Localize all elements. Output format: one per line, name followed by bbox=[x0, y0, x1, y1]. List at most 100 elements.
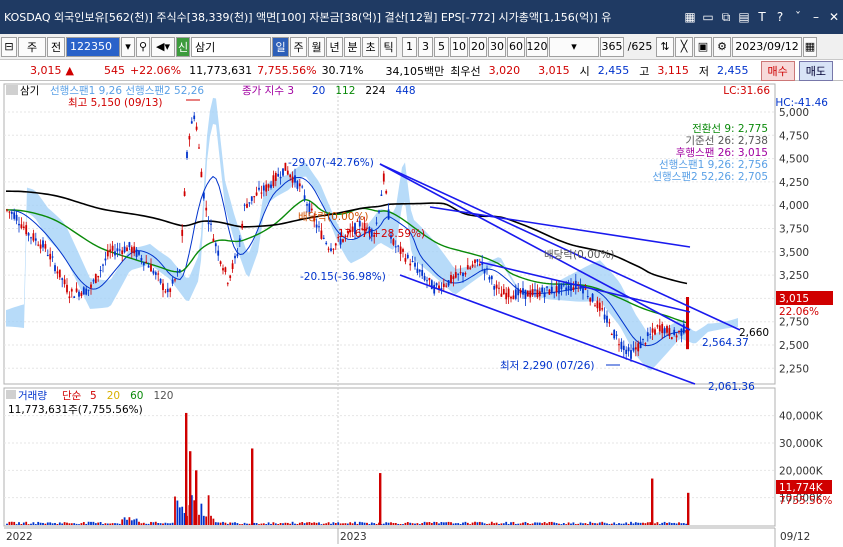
volume-bar bbox=[58, 522, 61, 525]
volume-bar bbox=[514, 523, 517, 525]
minute-dropdown[interactable]: ▾ bbox=[549, 36, 599, 57]
period-tab-6[interactable]: 틱 bbox=[380, 36, 397, 57]
volume-bar bbox=[572, 522, 575, 525]
volume-bar bbox=[555, 523, 558, 525]
volume-bar bbox=[66, 522, 68, 525]
candle-body bbox=[608, 322, 611, 324]
calc-icon[interactable]: ▦ bbox=[681, 10, 699, 24]
close-icon[interactable]: ✕ bbox=[825, 10, 843, 24]
candle-body bbox=[243, 204, 246, 206]
candle-body bbox=[130, 247, 133, 253]
volume-bar bbox=[241, 524, 244, 525]
ichimoku-value-0: 전환선 9: 2,775 bbox=[692, 123, 768, 135]
save-icon[interactable]: ▣ bbox=[694, 36, 712, 57]
volume-bar bbox=[92, 521, 95, 525]
candle-body bbox=[152, 270, 155, 274]
volume-bar bbox=[207, 495, 210, 525]
volume-legend-title: 거래량 bbox=[18, 390, 47, 402]
pin-icon[interactable]: ˇ bbox=[789, 10, 807, 24]
date-input[interactable]: 2023/09/12 bbox=[732, 36, 802, 57]
candle-body bbox=[462, 272, 464, 277]
candle-body bbox=[202, 192, 205, 199]
sell-button[interactable]: 매도 bbox=[798, 60, 833, 81]
period-tab-4[interactable]: 분 bbox=[344, 36, 361, 57]
volume-bar bbox=[202, 515, 205, 525]
compare-icon[interactable]: ⇅ bbox=[656, 36, 674, 57]
volume-bar bbox=[433, 521, 436, 525]
settings-icon[interactable]: ⚙ bbox=[713, 36, 731, 57]
candle-body bbox=[639, 341, 642, 349]
volume-bar bbox=[447, 521, 450, 525]
volume-bar bbox=[543, 522, 546, 525]
candle-body bbox=[214, 243, 217, 247]
volume-bar bbox=[265, 524, 268, 525]
market-select[interactable]: 주 bbox=[18, 36, 46, 57]
minute-tab-30[interactable]: 30 bbox=[488, 36, 506, 57]
text-icon[interactable]: T bbox=[753, 10, 771, 24]
minute-tab-1[interactable]: 1 bbox=[402, 36, 417, 57]
candle-body bbox=[210, 223, 212, 225]
minute-tab-5[interactable]: 5 bbox=[434, 36, 449, 57]
search-icon[interactable]: ⚲ bbox=[136, 36, 150, 57]
volume-bar bbox=[500, 523, 503, 525]
count-input[interactable]: 365 bbox=[600, 36, 624, 57]
stock-code-input[interactable]: 122350 bbox=[66, 36, 120, 57]
volume-bar bbox=[363, 522, 366, 525]
period-tab-3[interactable]: 년 bbox=[326, 36, 343, 57]
period-tab-0[interactable]: 일 bbox=[272, 36, 289, 57]
candle-body bbox=[675, 335, 678, 338]
minute-tab-3[interactable]: 3 bbox=[418, 36, 433, 57]
minute-tab-120[interactable]: 120 bbox=[526, 36, 548, 57]
candle-body bbox=[615, 334, 618, 336]
candle-body bbox=[385, 190, 388, 194]
chevron-down-icon[interactable]: ▾ bbox=[121, 36, 135, 57]
chart-type-icon[interactable]: ╳ bbox=[675, 36, 693, 57]
buy-button[interactable]: 매수 bbox=[760, 60, 795, 81]
candle-body bbox=[471, 264, 474, 267]
sound-icon[interactable]: ◀▾ bbox=[151, 36, 175, 57]
candle-body bbox=[558, 284, 560, 294]
calendar-icon[interactable]: ▦ bbox=[803, 36, 817, 57]
candle-body bbox=[519, 289, 522, 294]
all-button[interactable]: 전 bbox=[47, 36, 65, 57]
candle-body bbox=[517, 288, 520, 296]
candle-body bbox=[176, 271, 179, 273]
grid-icon[interactable]: ▤ bbox=[735, 10, 753, 24]
candle-body bbox=[668, 328, 671, 337]
copy-icon[interactable]: ⧉ bbox=[717, 10, 735, 25]
lock-icon[interactable]: ⊟ bbox=[1, 36, 17, 57]
volume-bar bbox=[42, 522, 44, 525]
volume-tag-value: 11,774K bbox=[779, 482, 824, 494]
volume-tick: 40,000K bbox=[779, 411, 824, 423]
volume-bar bbox=[87, 521, 90, 525]
window-icon[interactable]: ▭ bbox=[699, 10, 717, 24]
candle-body bbox=[546, 286, 548, 288]
candle-body bbox=[661, 324, 664, 334]
period-tab-5[interactable]: 초 bbox=[362, 36, 379, 57]
volume-bar bbox=[618, 523, 620, 525]
candle-body bbox=[13, 212, 16, 219]
stock-chart[interactable]: 삼기 선행스팬1 9,26 선행스팬2 52,26 종가 지수 3 20 112 2… bbox=[0, 82, 843, 547]
candle-body bbox=[207, 222, 210, 225]
candle-body bbox=[178, 269, 181, 273]
candle-body bbox=[272, 175, 275, 187]
candle-body bbox=[68, 296, 71, 298]
volume-bar bbox=[18, 522, 20, 525]
minute-tab-10[interactable]: 10 bbox=[450, 36, 468, 57]
volume-spike bbox=[687, 492, 690, 525]
minimize-icon[interactable]: – bbox=[807, 10, 825, 24]
period-tab-2[interactable]: 월 bbox=[308, 36, 325, 57]
help-icon[interactable]: ? bbox=[771, 10, 789, 24]
volume-bar bbox=[531, 523, 534, 525]
minute-tab-20[interactable]: 20 bbox=[469, 36, 487, 57]
volume-bar bbox=[450, 522, 452, 525]
volume-bar bbox=[303, 523, 306, 525]
volume-bar bbox=[315, 522, 318, 525]
volume-bar bbox=[109, 523, 112, 525]
volume-bar bbox=[625, 522, 628, 525]
volume-bar bbox=[610, 523, 613, 525]
volume-tick: 30,000K bbox=[779, 438, 824, 450]
period-tab-1[interactable]: 주 bbox=[290, 36, 307, 57]
minute-tab-60[interactable]: 60 bbox=[507, 36, 525, 57]
candle-body bbox=[423, 276, 426, 281]
